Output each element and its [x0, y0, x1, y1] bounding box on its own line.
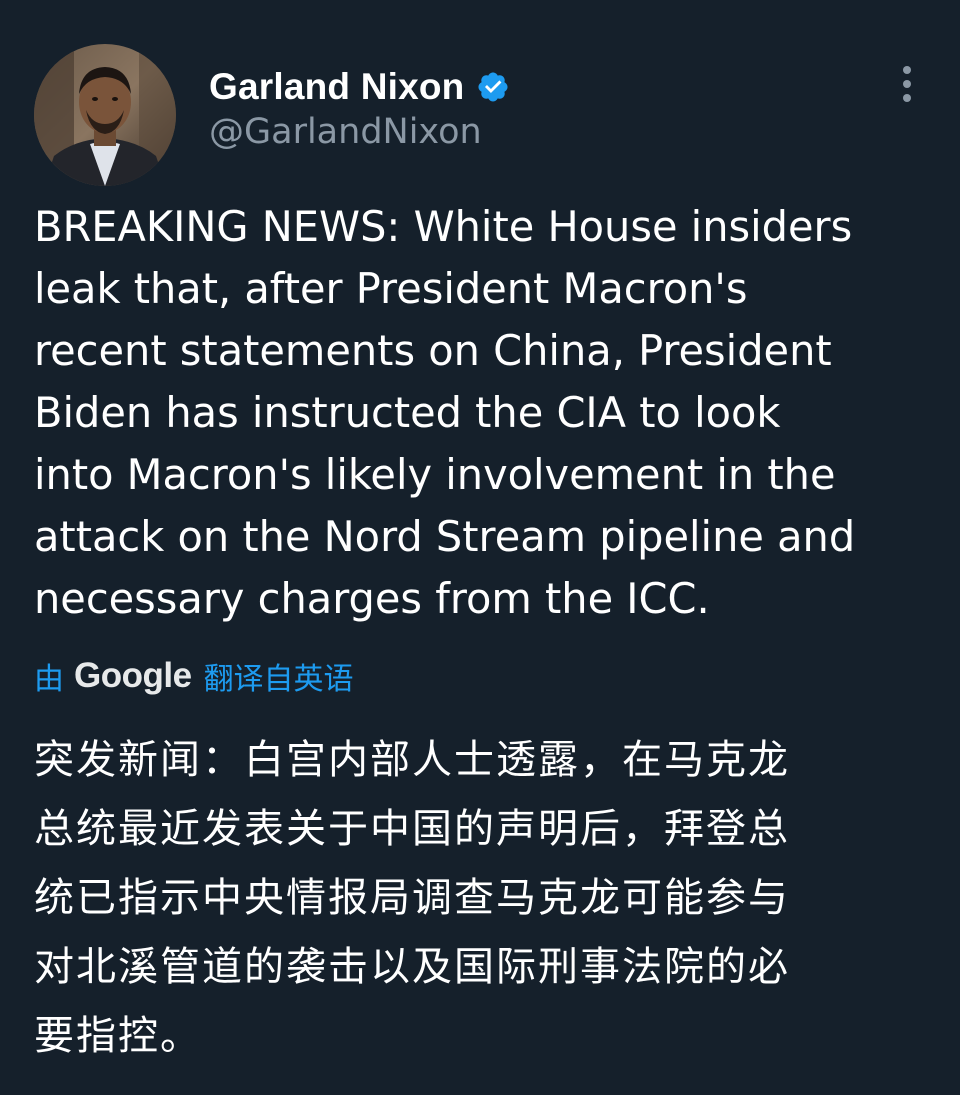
translate-source-label[interactable]: 翻译自英语 — [204, 654, 354, 698]
more-dot — [903, 80, 911, 88]
tweet-text-line: leak that, after President Macron's — [34, 264, 748, 313]
tweet-text-line: recent statements on China, President — [34, 326, 832, 375]
tweet-text-line: Biden has instructed the CIA to look — [34, 388, 781, 437]
translate-prefix: 由 — [34, 662, 64, 697]
translated-text-line: 统已指示中央情报局调查马克龙可能参与 — [34, 875, 790, 921]
more-dot — [903, 94, 911, 102]
tweet-text-line: necessary charges from the ICC. — [34, 574, 710, 623]
tweet-text-line: into Macron's likely involvement in the — [34, 450, 836, 499]
display-name[interactable]: Garland Nixon — [209, 66, 464, 108]
translated-tweet-text: 突发新闻：白宫内部人士透露，在马克龙 总统最近发表关于中国的声明后，拜登总 统已… — [34, 726, 944, 1071]
verified-badge-icon — [476, 70, 510, 104]
more-vertical-icon — [903, 66, 911, 74]
tweet-text: BREAKING NEWS: White House insiders leak… — [34, 196, 944, 630]
translated-by-google-link[interactable]: 由 Google 翻译自英语 — [34, 652, 354, 700]
translated-text-line: 要指控。 — [34, 1013, 202, 1059]
translated-text-line: 突发新闻：白宫内部人士透露，在马克龙 — [34, 737, 790, 783]
translated-text-line: 总统最近发表关于中国的声明后，拜登总 — [34, 806, 790, 852]
google-logo-text: Google — [74, 656, 192, 695]
tweet-text-line: attack on the Nord Stream pipeline and — [34, 512, 856, 561]
tweet: Garland Nixon @GarlandNixon BREAKING NEW… — [0, 0, 960, 1095]
translated-text-line: 对北溪管道的袭击以及国际刑事法院的必 — [34, 944, 790, 990]
profile-photo-icon — [34, 44, 176, 186]
author-handle[interactable]: @GarlandNixon — [209, 112, 482, 152]
avatar[interactable] — [34, 44, 176, 186]
more-options-button[interactable] — [892, 62, 922, 106]
author-name-row[interactable]: Garland Nixon — [209, 64, 510, 110]
tweet-text-line: BREAKING NEWS: White House insiders — [34, 202, 853, 251]
